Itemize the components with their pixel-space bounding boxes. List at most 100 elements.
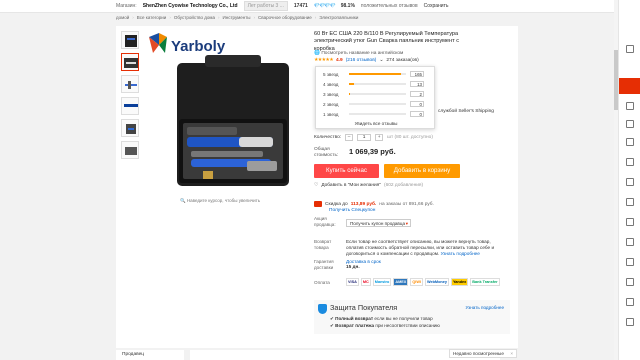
thumbnail-2[interactable] bbox=[121, 53, 139, 71]
rating-row-count: 13 bbox=[410, 81, 424, 87]
back-to-top-icon[interactable] bbox=[626, 318, 634, 326]
qr-code-icon[interactable] bbox=[626, 218, 634, 226]
user-icon[interactable] bbox=[626, 45, 634, 53]
rating-row-label: 4 звезд bbox=[323, 81, 339, 87]
coupon-amount: 113,89 руб. bbox=[350, 201, 377, 207]
breadcrumb-welding[interactable]: Сварочное оборудование bbox=[258, 15, 312, 20]
close-icon[interactable]: × bbox=[510, 350, 513, 358]
main-product-image[interactable]: Yarboly bbox=[147, 31, 293, 189]
rating-row-3[interactable]: 3 звезд 2 bbox=[323, 91, 424, 97]
feedback-icon[interactable] bbox=[626, 198, 634, 206]
rating-row-4[interactable]: 4 звезд 13 bbox=[323, 81, 424, 87]
thumbnail-5[interactable] bbox=[121, 119, 139, 137]
quantity-increase-button[interactable]: + bbox=[375, 134, 384, 141]
rating-row-count: 0 bbox=[410, 101, 424, 107]
heart-rail-icon[interactable] bbox=[626, 120, 634, 128]
breadcrumb-home-goods[interactable]: Обустройство дома bbox=[174, 15, 215, 20]
quantity-decrease-button[interactable]: – bbox=[345, 134, 354, 141]
wishlist-label[interactable]: Добавить в "Мои желания" bbox=[321, 183, 381, 188]
refund-label: Возврат товара bbox=[314, 239, 332, 250]
help-icon[interactable] bbox=[626, 258, 634, 266]
bank-transfer-icon: Bank Transfer bbox=[470, 278, 500, 286]
payment-methods: VISA MC Maestro AMEX QIWI WebMoney Yande… bbox=[346, 278, 500, 286]
app-icon[interactable] bbox=[626, 238, 634, 246]
buyer-protection-more-link[interactable]: Узнать подробнее bbox=[465, 305, 504, 310]
rating-row-label: 2 звезд bbox=[323, 101, 339, 107]
coupon-icon bbox=[314, 201, 322, 207]
shield-icon bbox=[318, 304, 327, 314]
store-positive-label: положительных отзывов bbox=[360, 3, 418, 9]
breadcrumb-home[interactable]: домой bbox=[116, 15, 129, 20]
delivery-guarantee: Доставка в срок 15 дн. bbox=[346, 259, 381, 269]
promo-rail-badge[interactable] bbox=[619, 78, 640, 94]
quantity-input[interactable]: 1 bbox=[357, 134, 372, 141]
save-store-button[interactable]: Сохранить bbox=[424, 3, 449, 9]
rating-bar-fill bbox=[349, 73, 402, 75]
image-zoom-hint: 🔍 Наведите курсор, чтобы увеличить bbox=[180, 198, 261, 203]
buyer-protection-title: Защита Покупателя bbox=[330, 303, 398, 312]
mastercard-icon: MC bbox=[360, 278, 371, 286]
store-years-badge: Лет работы 3 ... bbox=[243, 1, 288, 11]
rating-value[interactable]: 4.9 bbox=[336, 58, 343, 63]
protection-line-2: ✔ Возврат платежа при несоответствии опи… bbox=[330, 323, 440, 328]
thumbnail-1[interactable] bbox=[121, 31, 139, 49]
total-price: 1 069,39 руб. bbox=[349, 147, 396, 156]
cart-icon[interactable] bbox=[626, 102, 634, 110]
coupon-prefix: Скидка до bbox=[325, 201, 348, 207]
see-all-reviews-link[interactable]: Увидеть все отзывы bbox=[316, 121, 436, 126]
quantity-row: Количество: – 1 + шт (80 шт. доступно) bbox=[314, 134, 433, 141]
share-icon[interactable] bbox=[626, 298, 634, 306]
rating-bar bbox=[349, 113, 406, 115]
rating-bar-fill bbox=[349, 93, 350, 95]
rating-summary: ★★★★★ 4.9 (216 отзывов) ⌄ 274 заказа(ов) bbox=[314, 58, 419, 63]
store-label: Магазин: bbox=[116, 3, 137, 9]
thumbnail-list bbox=[121, 31, 139, 163]
add-to-cart-button[interactable]: Добавить в корзину bbox=[384, 164, 460, 178]
seller-section-label: Продавец bbox=[116, 350, 184, 360]
breadcrumb: домой › Все категории › Обустройство дома ›… bbox=[116, 15, 358, 20]
breadcrumb-tools[interactable]: Инструменты bbox=[222, 15, 250, 20]
refund-policy: Если товар не соответствует описанию, вы… bbox=[346, 239, 495, 256]
history-icon[interactable] bbox=[626, 138, 634, 146]
wishlist-row[interactable]: ♡ Добавить в "Мои желания" (602 добавлен… bbox=[314, 183, 423, 188]
rating-row-label: 1 звезд bbox=[323, 111, 339, 117]
buy-now-button[interactable]: Купить сейчас bbox=[314, 164, 379, 178]
total-label: Общая стоимость: bbox=[314, 147, 339, 158]
rating-row-2[interactable]: 2 звезд 0 bbox=[323, 101, 424, 107]
settings-icon[interactable] bbox=[626, 278, 634, 286]
breadcrumb-separator: › bbox=[217, 15, 220, 20]
refund-more-link[interactable]: Узнать подробнее bbox=[441, 251, 480, 256]
store-name-link[interactable]: ShenZhen Cyowise Technology Co., Ltd bbox=[143, 3, 238, 9]
chat-icon[interactable] bbox=[626, 178, 634, 186]
breadcrumb-soldering-irons[interactable]: Электропаяльники bbox=[319, 15, 358, 20]
store-diamonds-icon: 💎💎💎💎 bbox=[313, 3, 336, 9]
svg-text:Yarboly: Yarboly bbox=[171, 38, 226, 55]
recently-viewed-bar[interactable]: Недавно посмотренные × bbox=[449, 349, 517, 358]
coupon-suffix: на заказы от 891,66 руб. bbox=[379, 201, 434, 207]
maestro-icon: Maestro bbox=[372, 278, 392, 286]
rating-row-label: 3 звезд bbox=[323, 91, 339, 97]
breadcrumb-all-categories[interactable]: Все категории bbox=[137, 15, 167, 20]
rating-row-count: 2 bbox=[410, 91, 424, 97]
star-rating-icons: ★★★★★ bbox=[314, 58, 334, 63]
translate-icon: 🌐 bbox=[314, 51, 320, 56]
right-tool-rail bbox=[618, 0, 640, 360]
rating-breakdown-popover: 5 звезд 165 4 звезд 13 3 звезд 2 2 звезд… bbox=[315, 66, 435, 129]
chevron-down-icon: ▾ bbox=[405, 221, 408, 226]
reviews-link[interactable]: (216 отзывов) bbox=[346, 58, 377, 63]
wishlist-count: (602 добавления) bbox=[383, 183, 424, 188]
promo-select[interactable]: Получить купон продавца ▾ bbox=[346, 219, 411, 227]
thumbnail-6[interactable] bbox=[121, 141, 139, 159]
translation-link[interactable]: 🌐 Посмотреть название на английском bbox=[314, 51, 403, 56]
quantity-label: Количество: bbox=[314, 135, 342, 140]
orders-count: 274 заказа(ов) bbox=[386, 58, 419, 63]
total-price-row: Общая стоимость: 1 069,39 руб. bbox=[314, 147, 396, 158]
rating-row-1[interactable]: 1 звезд 0 bbox=[323, 111, 424, 117]
thumbnail-3[interactable] bbox=[121, 75, 139, 93]
coupon-rail-icon[interactable] bbox=[626, 158, 634, 166]
get-coupon-link[interactable]: Получить Спецкупон bbox=[329, 208, 375, 213]
store-bar: Магазин: ShenZhen Cyowise Technology Co.… bbox=[0, 0, 618, 13]
delivery-days: 15 дн. bbox=[346, 264, 360, 269]
rating-row-5[interactable]: 5 звезд 165 bbox=[323, 71, 424, 77]
thumbnail-4[interactable] bbox=[121, 97, 139, 115]
